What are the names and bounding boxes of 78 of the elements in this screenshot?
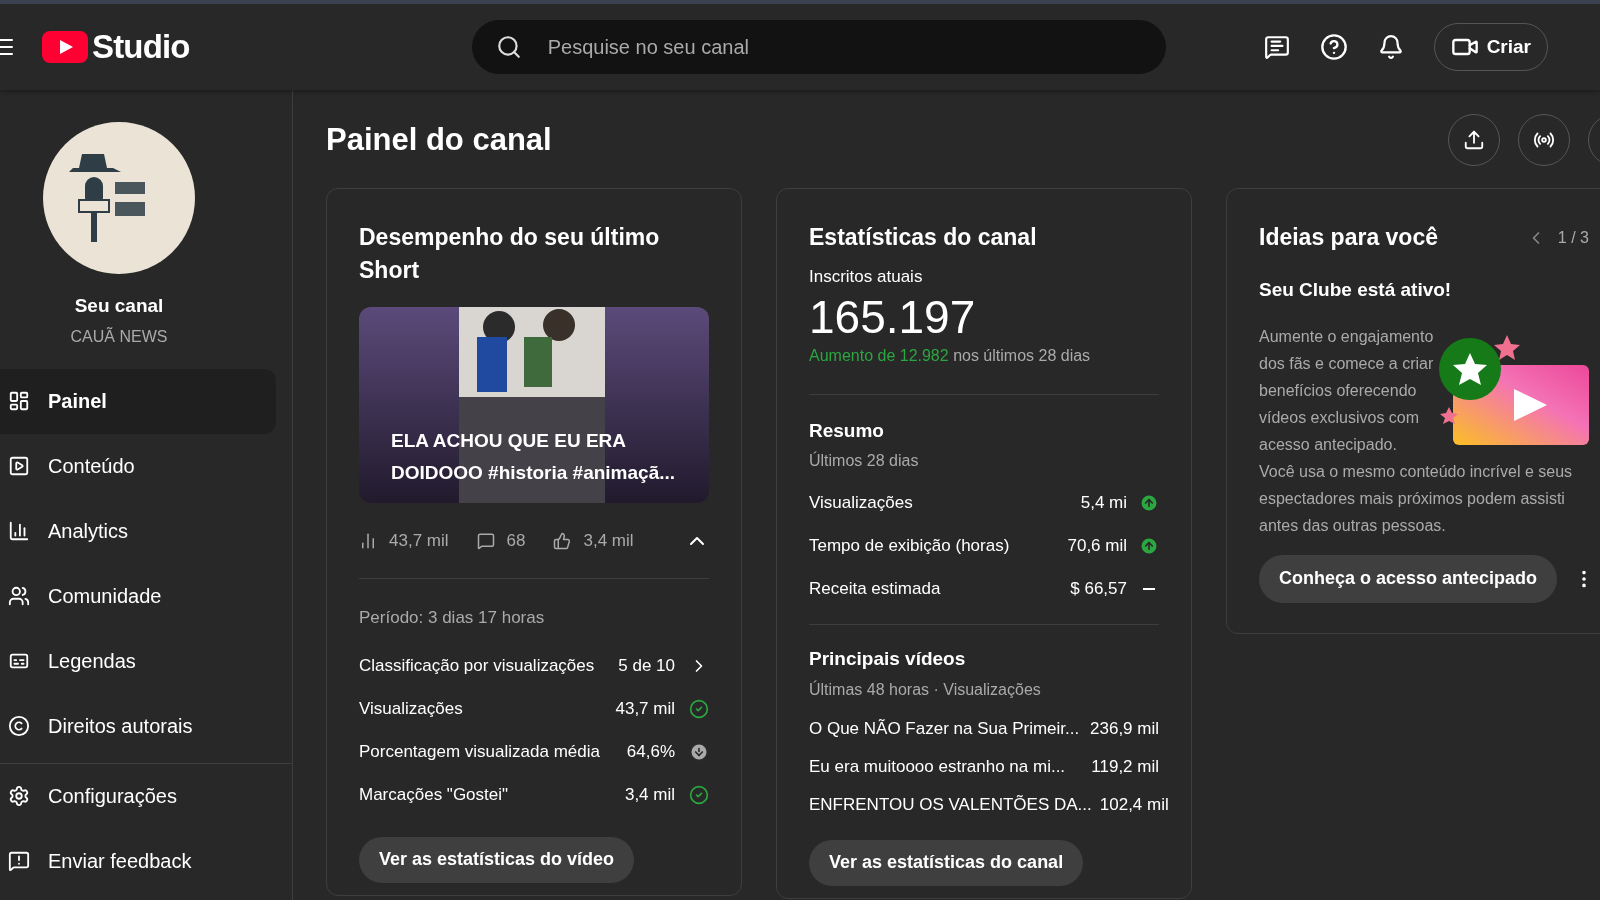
summary-label: Tempo de exibição (horas) xyxy=(809,534,1010,557)
feedback-icon[interactable] xyxy=(1263,34,1290,60)
bar-chart-icon xyxy=(8,520,30,542)
feedback-icon xyxy=(8,850,30,872)
video-stats-button[interactable]: Ver as estatísticas do vídeo xyxy=(359,836,635,883)
views-count: 43,7 mil xyxy=(389,529,449,552)
metric-label: Marcações "Gostei" xyxy=(359,784,509,807)
notifications-icon[interactable] xyxy=(1377,34,1404,60)
arrow-up-circle-icon xyxy=(1139,492,1159,513)
section-period: Últimas 48 horas · Visualizações xyxy=(809,679,1042,700)
video-title[interactable]: Eu era muitoooo estranho na mi... xyxy=(809,753,1066,780)
channel-avatar-icon xyxy=(43,122,195,274)
studio-logo-text: Studio xyxy=(92,27,190,68)
metric-label: Visualizações xyxy=(359,698,463,721)
idea-text: Aumente o engajamento dos fãs e comece a criar benefícios oferecendo vídeos exclusivos com acesso antecipado. xyxy=(1259,326,1435,455)
subscribers-label: Inscritos atuais xyxy=(809,266,924,288)
metric-value: 3,4 mil xyxy=(624,784,675,807)
pager-text: 1 / 3 xyxy=(1557,227,1589,248)
play-logo-icon xyxy=(42,31,88,63)
card-title: Desempenho do seu último Short xyxy=(359,223,661,285)
channel-name: CAUÃ NEWS xyxy=(70,326,168,347)
thumbs-up-icon xyxy=(553,531,572,550)
likes-count: 3,4 mil xyxy=(583,529,634,552)
search-icon xyxy=(495,34,522,60)
metric-value: 5 de 10 xyxy=(618,655,675,678)
section-title: Principais vídeos xyxy=(809,647,967,671)
arrow-up-circle-icon xyxy=(1139,535,1159,556)
copyright-icon xyxy=(8,715,30,737)
sidebar-nav-item[interactable]: Direitos autorais xyxy=(0,693,276,759)
channel-stats-button[interactable]: Ver as estatísticas do canal xyxy=(809,839,1084,886)
section-title: Resumo xyxy=(809,418,885,443)
sidebar-nav-item[interactable]: Painel xyxy=(0,368,276,434)
check-circle-icon xyxy=(689,785,709,805)
bar-chart-icon xyxy=(359,531,377,550)
video-title[interactable]: O Que NÃO Fazer na Sua Primeir... xyxy=(809,715,1080,742)
summary-label: Receita estimada xyxy=(809,577,941,600)
channel-label: Seu canal xyxy=(74,294,164,318)
video-title: ELA ACHOU QUE EU ERA DOIDOOO #historia #animaçã... xyxy=(391,429,677,485)
summary-label: Visualizações xyxy=(809,491,913,514)
help-icon[interactable] xyxy=(1319,33,1348,61)
idea-title: Seu Clube está ativo! xyxy=(1259,278,1453,302)
dashboard-icon xyxy=(8,390,30,412)
metric-label: Classificação por visualizações xyxy=(359,655,595,678)
metric-value: 64,6% xyxy=(626,741,675,764)
period-text: Período: 3 dias 17 horas xyxy=(359,607,546,629)
idea-text: Você usa o mesmo conteúdo incrível e seus espectadores mais próximos podem assisti antes das outras pessoas. xyxy=(1259,461,1574,536)
early-access-button[interactable]: Conheça o acesso antecipado xyxy=(1259,554,1558,603)
metric-value: 43,7 mil xyxy=(615,698,675,721)
page-title: Painel do canal xyxy=(326,120,552,159)
upload-icon xyxy=(1463,129,1485,151)
sidebar-nav-item[interactable]: Legendas xyxy=(0,628,276,694)
growth-text: Aumento de 12.982 nos últimos 28 dias xyxy=(809,343,1159,395)
summary-value: 70,6 mil xyxy=(1067,534,1127,557)
video-title[interactable]: ENFRENTOU OS VALENTÕES DA... xyxy=(809,791,1092,818)
sidebar-nav-item[interactable]: Comunidade xyxy=(0,563,276,629)
section-period: Últimos 28 dias xyxy=(809,450,920,471)
video-views: 119,2 mil xyxy=(1091,755,1159,778)
card-title: Ideias para você xyxy=(1259,223,1438,252)
video-views: 236,9 mil xyxy=(1090,717,1159,740)
metric-label: Porcentagem visualizada média xyxy=(359,741,600,764)
video-icon xyxy=(8,455,30,477)
check-circle-icon xyxy=(689,699,709,719)
summary-value: 5,4 mi xyxy=(1080,491,1127,514)
sidebar-nav-item[interactable]: Conteúdo xyxy=(0,433,276,499)
card-title: Estatísticas do canal xyxy=(809,223,1038,252)
search-field[interactable]: Pesquise no seu canal xyxy=(471,20,1166,74)
comment-icon xyxy=(476,531,495,550)
video-views: 102,4 mil xyxy=(1099,793,1169,816)
summary-value: $ 66,57 xyxy=(1070,577,1127,600)
people-icon xyxy=(8,585,30,607)
dash-icon xyxy=(1143,587,1155,590)
sidebar-nav-item[interactable]: Configurações xyxy=(0,763,292,829)
sidebar-nav-item[interactable]: Enviar feedback xyxy=(0,828,292,894)
arrow-down-circle-icon xyxy=(689,742,709,762)
sidebar-nav-item[interactable]: Analytics xyxy=(0,498,276,564)
subscribers-count: 165.197 xyxy=(809,289,977,344)
comments-count: 68 xyxy=(506,529,526,552)
settings-icon xyxy=(8,785,30,807)
